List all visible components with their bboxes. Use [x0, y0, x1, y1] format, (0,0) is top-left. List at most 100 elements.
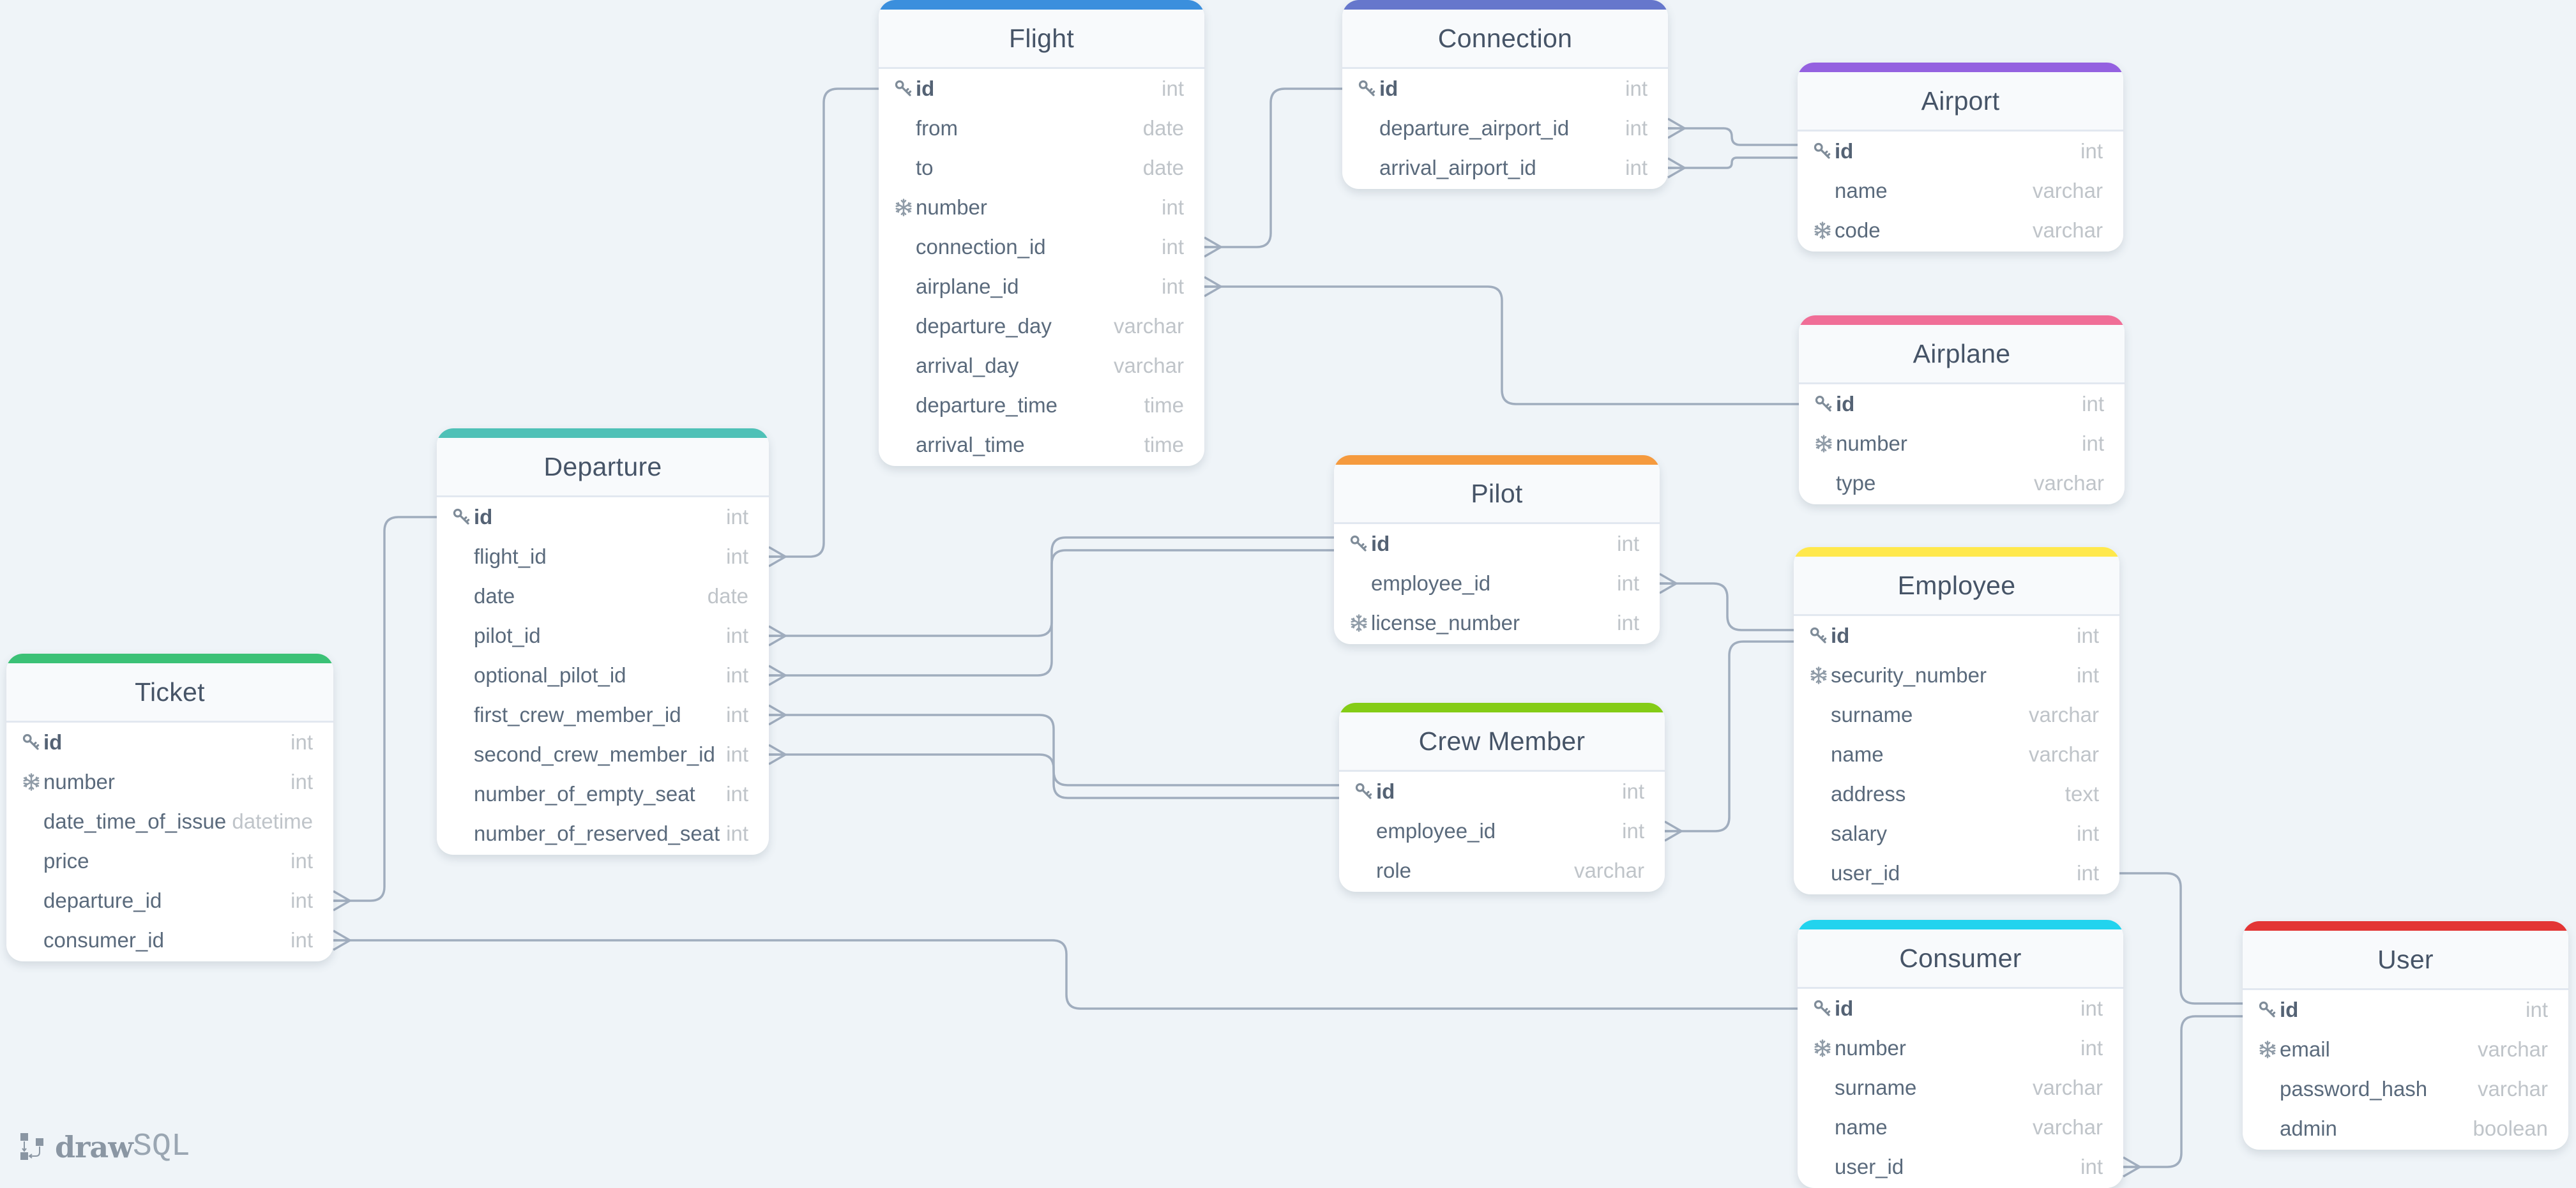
column-row[interactable]: admin boolean — [2243, 1109, 2568, 1148]
column-row[interactable]: id int — [6, 723, 333, 762]
column-type: int — [2080, 139, 2103, 163]
table-title[interactable]: Flight — [879, 10, 1204, 69]
table-employee[interactable]: Employee id int security_number int surname v… — [1794, 547, 2119, 894]
column-row[interactable]: number int — [6, 762, 333, 802]
column-row[interactable]: optional_pilot_id int — [437, 656, 769, 695]
column-row[interactable]: security_number int — [1794, 656, 2119, 695]
table-flight[interactable]: Flight id int from date to date number int conne… — [879, 0, 1204, 466]
column-row[interactable]: user_id int — [1798, 1147, 2123, 1187]
table-consumer[interactable]: Consumer id int number int surname varchar nam… — [1798, 920, 2123, 1188]
table-title[interactable]: Airplane — [1799, 325, 2125, 384]
relationship-line[interactable] — [2123, 1015, 2243, 1168]
column-row[interactable]: salary int — [1794, 814, 2119, 853]
table-connection[interactable]: Connection id int departure_airport_id int a… — [1342, 0, 1668, 189]
blank-icon — [1348, 573, 1370, 594]
relationship-line[interactable] — [333, 939, 1798, 1010]
table-departure[interactable]: Departure id int flight_id int date date pilot… — [437, 428, 769, 855]
relationship-line[interactable] — [1668, 156, 1798, 169]
column-row[interactable]: arrival_day varchar — [879, 346, 1204, 386]
column-row[interactable]: flight_id int — [437, 537, 769, 576]
table-title[interactable]: Employee — [1794, 557, 2119, 616]
column-row[interactable]: from date — [879, 109, 1204, 148]
column-row[interactable]: type varchar — [1799, 463, 2125, 503]
column-row[interactable]: second_crew_member_id int — [437, 735, 769, 774]
column-row[interactable]: first_crew_member_id int — [437, 695, 769, 735]
column-row[interactable]: id int — [437, 497, 769, 537]
table-title[interactable]: Departure — [437, 438, 769, 497]
column-name: security_number — [1831, 663, 1987, 687]
column-name: departure_time — [916, 393, 1057, 417]
column-row[interactable]: name varchar — [1794, 735, 2119, 774]
relationship-line[interactable] — [769, 87, 879, 558]
relationship-line[interactable] — [1665, 640, 1794, 832]
relationship-line[interactable] — [1668, 127, 1798, 146]
table-title[interactable]: Airport — [1798, 72, 2123, 132]
relationship-line[interactable] — [2119, 872, 2243, 1005]
column-row[interactable]: id int — [1799, 384, 2125, 424]
column-row[interactable]: surname varchar — [1794, 695, 2119, 735]
relationship-line[interactable] — [1204, 87, 1342, 248]
table-title[interactable]: Connection — [1342, 10, 1668, 69]
relationship-line[interactable] — [1204, 285, 1799, 405]
column-row[interactable]: id int — [1334, 524, 1660, 564]
table-pilot[interactable]: Pilot id int employee_id int license_number i… — [1334, 455, 1660, 644]
table-crew-member[interactable]: Crew Member id int employee_id int role varch… — [1339, 703, 1665, 892]
table-user[interactable]: User id int email varchar password_hash varch… — [2243, 921, 2568, 1150]
relationship-line[interactable] — [1660, 582, 1794, 631]
column-row[interactable]: pilot_id int — [437, 616, 769, 656]
table-airport[interactable]: Airport id int name varchar code varchar — [1798, 63, 2123, 252]
column-row[interactable]: surname varchar — [1798, 1068, 2123, 1108]
column-row[interactable]: user_id int — [1794, 853, 2119, 893]
table-title[interactable]: Crew Member — [1339, 712, 1665, 772]
relationship-line[interactable] — [769, 549, 1334, 677]
column-row[interactable]: password_hash varchar — [2243, 1069, 2568, 1109]
column-row[interactable]: role varchar — [1339, 851, 1665, 891]
column-row[interactable]: name varchar — [1798, 171, 2123, 211]
table-airplane[interactable]: Airplane id int number int type varchar — [1799, 315, 2125, 504]
column-row[interactable]: departure_day varchar — [879, 306, 1204, 346]
column-row[interactable]: employee_id int — [1334, 564, 1660, 603]
column-row[interactable]: id int — [1794, 616, 2119, 656]
relationship-line[interactable] — [333, 516, 437, 902]
column-row[interactable]: consumer_id int — [6, 921, 333, 960]
column-row[interactable]: id int — [1339, 772, 1665, 811]
column-row[interactable]: date date — [437, 576, 769, 616]
column-type: int — [1617, 571, 1639, 595]
column-row[interactable]: code varchar — [1798, 211, 2123, 250]
column-type: varchar — [2032, 1076, 2103, 1099]
column-row[interactable]: id int — [879, 69, 1204, 109]
table-title[interactable]: Ticket — [6, 663, 333, 723]
column-row[interactable]: to date — [879, 148, 1204, 188]
column-row[interactable]: id int — [1342, 69, 1668, 109]
column-row[interactable]: departure_id int — [6, 881, 333, 921]
table-title[interactable]: Consumer — [1798, 929, 2123, 989]
column-row[interactable]: employee_id int — [1339, 811, 1665, 851]
column-row[interactable]: id int — [1798, 132, 2123, 171]
column-row[interactable]: departure_time time — [879, 386, 1204, 425]
table-title[interactable]: Pilot — [1334, 465, 1660, 524]
column-row[interactable]: address text — [1794, 774, 2119, 814]
column-row[interactable]: license_number int — [1334, 603, 1660, 643]
column-row[interactable]: arrival_airport_id int — [1342, 148, 1668, 188]
column-row[interactable]: departure_airport_id int — [1342, 109, 1668, 148]
column-row[interactable]: number_of_empty_seat int — [437, 774, 769, 814]
column-row[interactable]: email varchar — [2243, 1030, 2568, 1069]
column-row[interactable]: name varchar — [1798, 1108, 2123, 1147]
column-row[interactable]: date_time_of_issue datetime — [6, 802, 333, 841]
column-row[interactable]: id int — [1798, 989, 2123, 1028]
column-row[interactable]: number int — [1799, 424, 2125, 463]
table-ticket[interactable]: Ticket id int number int date_time_of_issue d… — [6, 654, 333, 961]
column-row[interactable]: price int — [6, 841, 333, 881]
column-name: employee_id — [1376, 819, 1496, 843]
drawsql-logo[interactable]: draw SQL — [19, 1129, 190, 1165]
table-title[interactable]: User — [2243, 931, 2568, 990]
column-row[interactable]: number_of_reserved_seat int — [437, 814, 769, 853]
column-row[interactable]: id int — [2243, 990, 2568, 1030]
column-row[interactable]: number int — [879, 188, 1204, 227]
column-row[interactable]: arrival_time time — [879, 425, 1204, 465]
column-type: int — [1162, 235, 1184, 259]
column-row[interactable]: airplane_id int — [879, 267, 1204, 306]
column-row[interactable]: connection_id int — [879, 227, 1204, 267]
column-list: id int number int type varchar — [1799, 384, 2125, 504]
column-row[interactable]: number int — [1798, 1028, 2123, 1068]
